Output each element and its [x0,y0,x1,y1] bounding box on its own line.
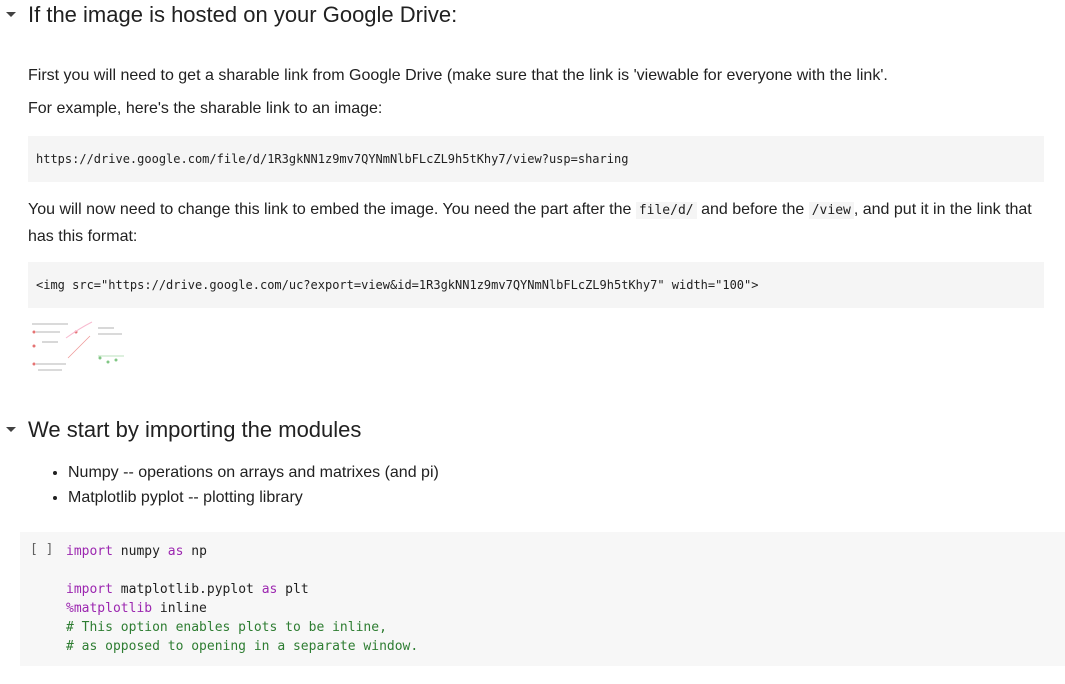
code-token: inline [152,601,207,616]
section-title: If the image is hosted on your Google Dr… [28,2,458,27]
code-comment: # This option enables plots to be inline… [66,620,387,635]
code-comment: # as opposed to opening in a separate wi… [66,639,419,654]
code-block-share-url: https://drive.google.com/file/d/1R3gkNN1… [28,136,1044,182]
paragraph-sharable-link: First you will need to get a sharable li… [28,67,888,84]
list-item: Matplotlib pyplot -- plotting library [68,485,439,510]
caret-down-icon[interactable] [0,4,22,26]
paragraph-embed-instructions: You will now need to change this link to… [28,197,1038,250]
code-token: plt [277,582,309,597]
section-heading-google-drive: If the image is hosted on your Google Dr… [0,2,457,28]
code-text: https://drive.google.com/file/d/1R3gkNN1… [36,152,629,166]
text-segment: has this format: [28,228,138,245]
inline-code-file-d: file/d/ [635,202,697,219]
code-editor[interactable]: import numpy as np import matplotlib.pyp… [66,542,418,656]
caret-down-icon[interactable] [0,419,22,441]
run-cell-button[interactable]: [ ] [30,542,53,557]
text-segment: You will now need to change this link to… [28,201,636,218]
code-text: <img src="https://drive.google.com/uc?ex… [36,278,759,292]
keyword: import [66,544,113,559]
keyword: import [66,582,113,597]
module-list: Numpy -- operations on arrays and matrix… [48,460,439,510]
paragraph-example: For example, here's the sharable link to… [28,100,383,117]
code-token: np [183,544,207,559]
text-segment: and before the [696,201,809,218]
magic-command: %matplotlib [66,601,153,616]
code-cell[interactable]: [ ] import numpy as np import matplotlib… [20,532,1065,666]
section-title: We start by importing the modules [28,417,362,442]
code-token: numpy [112,544,168,559]
thumbnail-image [28,318,130,376]
text-segment: , and put it in the link that [853,201,1032,218]
keyword: as [167,544,184,559]
inline-code-view: /view [808,202,854,219]
keyword: as [261,582,278,597]
list-item: Numpy -- operations on arrays and matrix… [68,460,439,485]
section-heading-imports: We start by importing the modules [0,417,361,443]
code-block-img-tag: <img src="https://drive.google.com/uc?ex… [28,262,1044,308]
code-token: matplotlib.pyplot [112,582,262,597]
